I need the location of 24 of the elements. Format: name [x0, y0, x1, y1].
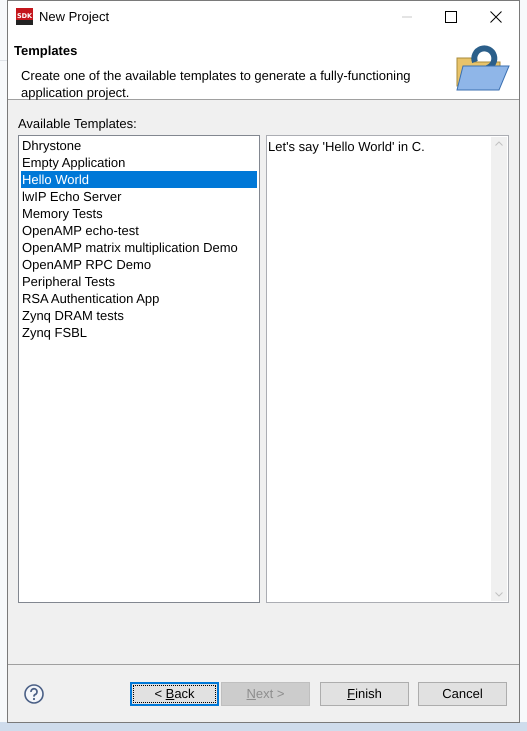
templates-label: Available Templates:	[17, 115, 138, 133]
wizard-button[interactable]: Finish	[320, 682, 409, 706]
template-item[interactable]: Empty Application	[21, 154, 257, 171]
template-item[interactable]: lwIP Echo Server	[21, 188, 257, 205]
template-description: Let's say 'Hello World' in C.	[267, 138, 426, 156]
window-title: New Project	[39, 8, 110, 26]
wizard-button[interactable]: < Back	[130, 682, 219, 706]
templates-list[interactable]	[18, 135, 260, 603]
template-item[interactable]: Hello World	[21, 171, 257, 188]
template-item[interactable]: OpenAMP matrix multiplication Demo	[21, 239, 257, 256]
template-item[interactable]: Peripheral Tests	[21, 273, 257, 290]
template-item[interactable]: RSA Authentication App	[21, 290, 257, 307]
page-description: Create one of the available templates to generate a fully-functioning application project.	[20, 66, 412, 100]
template-item[interactable]: Memory Tests	[21, 205, 257, 222]
help-icon[interactable]	[24, 684, 44, 704]
template-item[interactable]: OpenAMP echo-test	[21, 222, 257, 239]
template-item[interactable]: Zynq FSBL	[21, 324, 257, 341]
maximize-icon[interactable]	[445, 10, 457, 22]
template-item[interactable]: Zynq DRAM tests	[21, 307, 257, 324]
template-item[interactable]: Dhrystone	[21, 137, 257, 154]
page-title: Templates	[14, 42, 78, 60]
close-icon[interactable]	[490, 10, 502, 22]
wizard-button[interactable]: Cancel	[418, 682, 507, 706]
template-item[interactable]: OpenAMP RPC Demo	[21, 256, 257, 273]
